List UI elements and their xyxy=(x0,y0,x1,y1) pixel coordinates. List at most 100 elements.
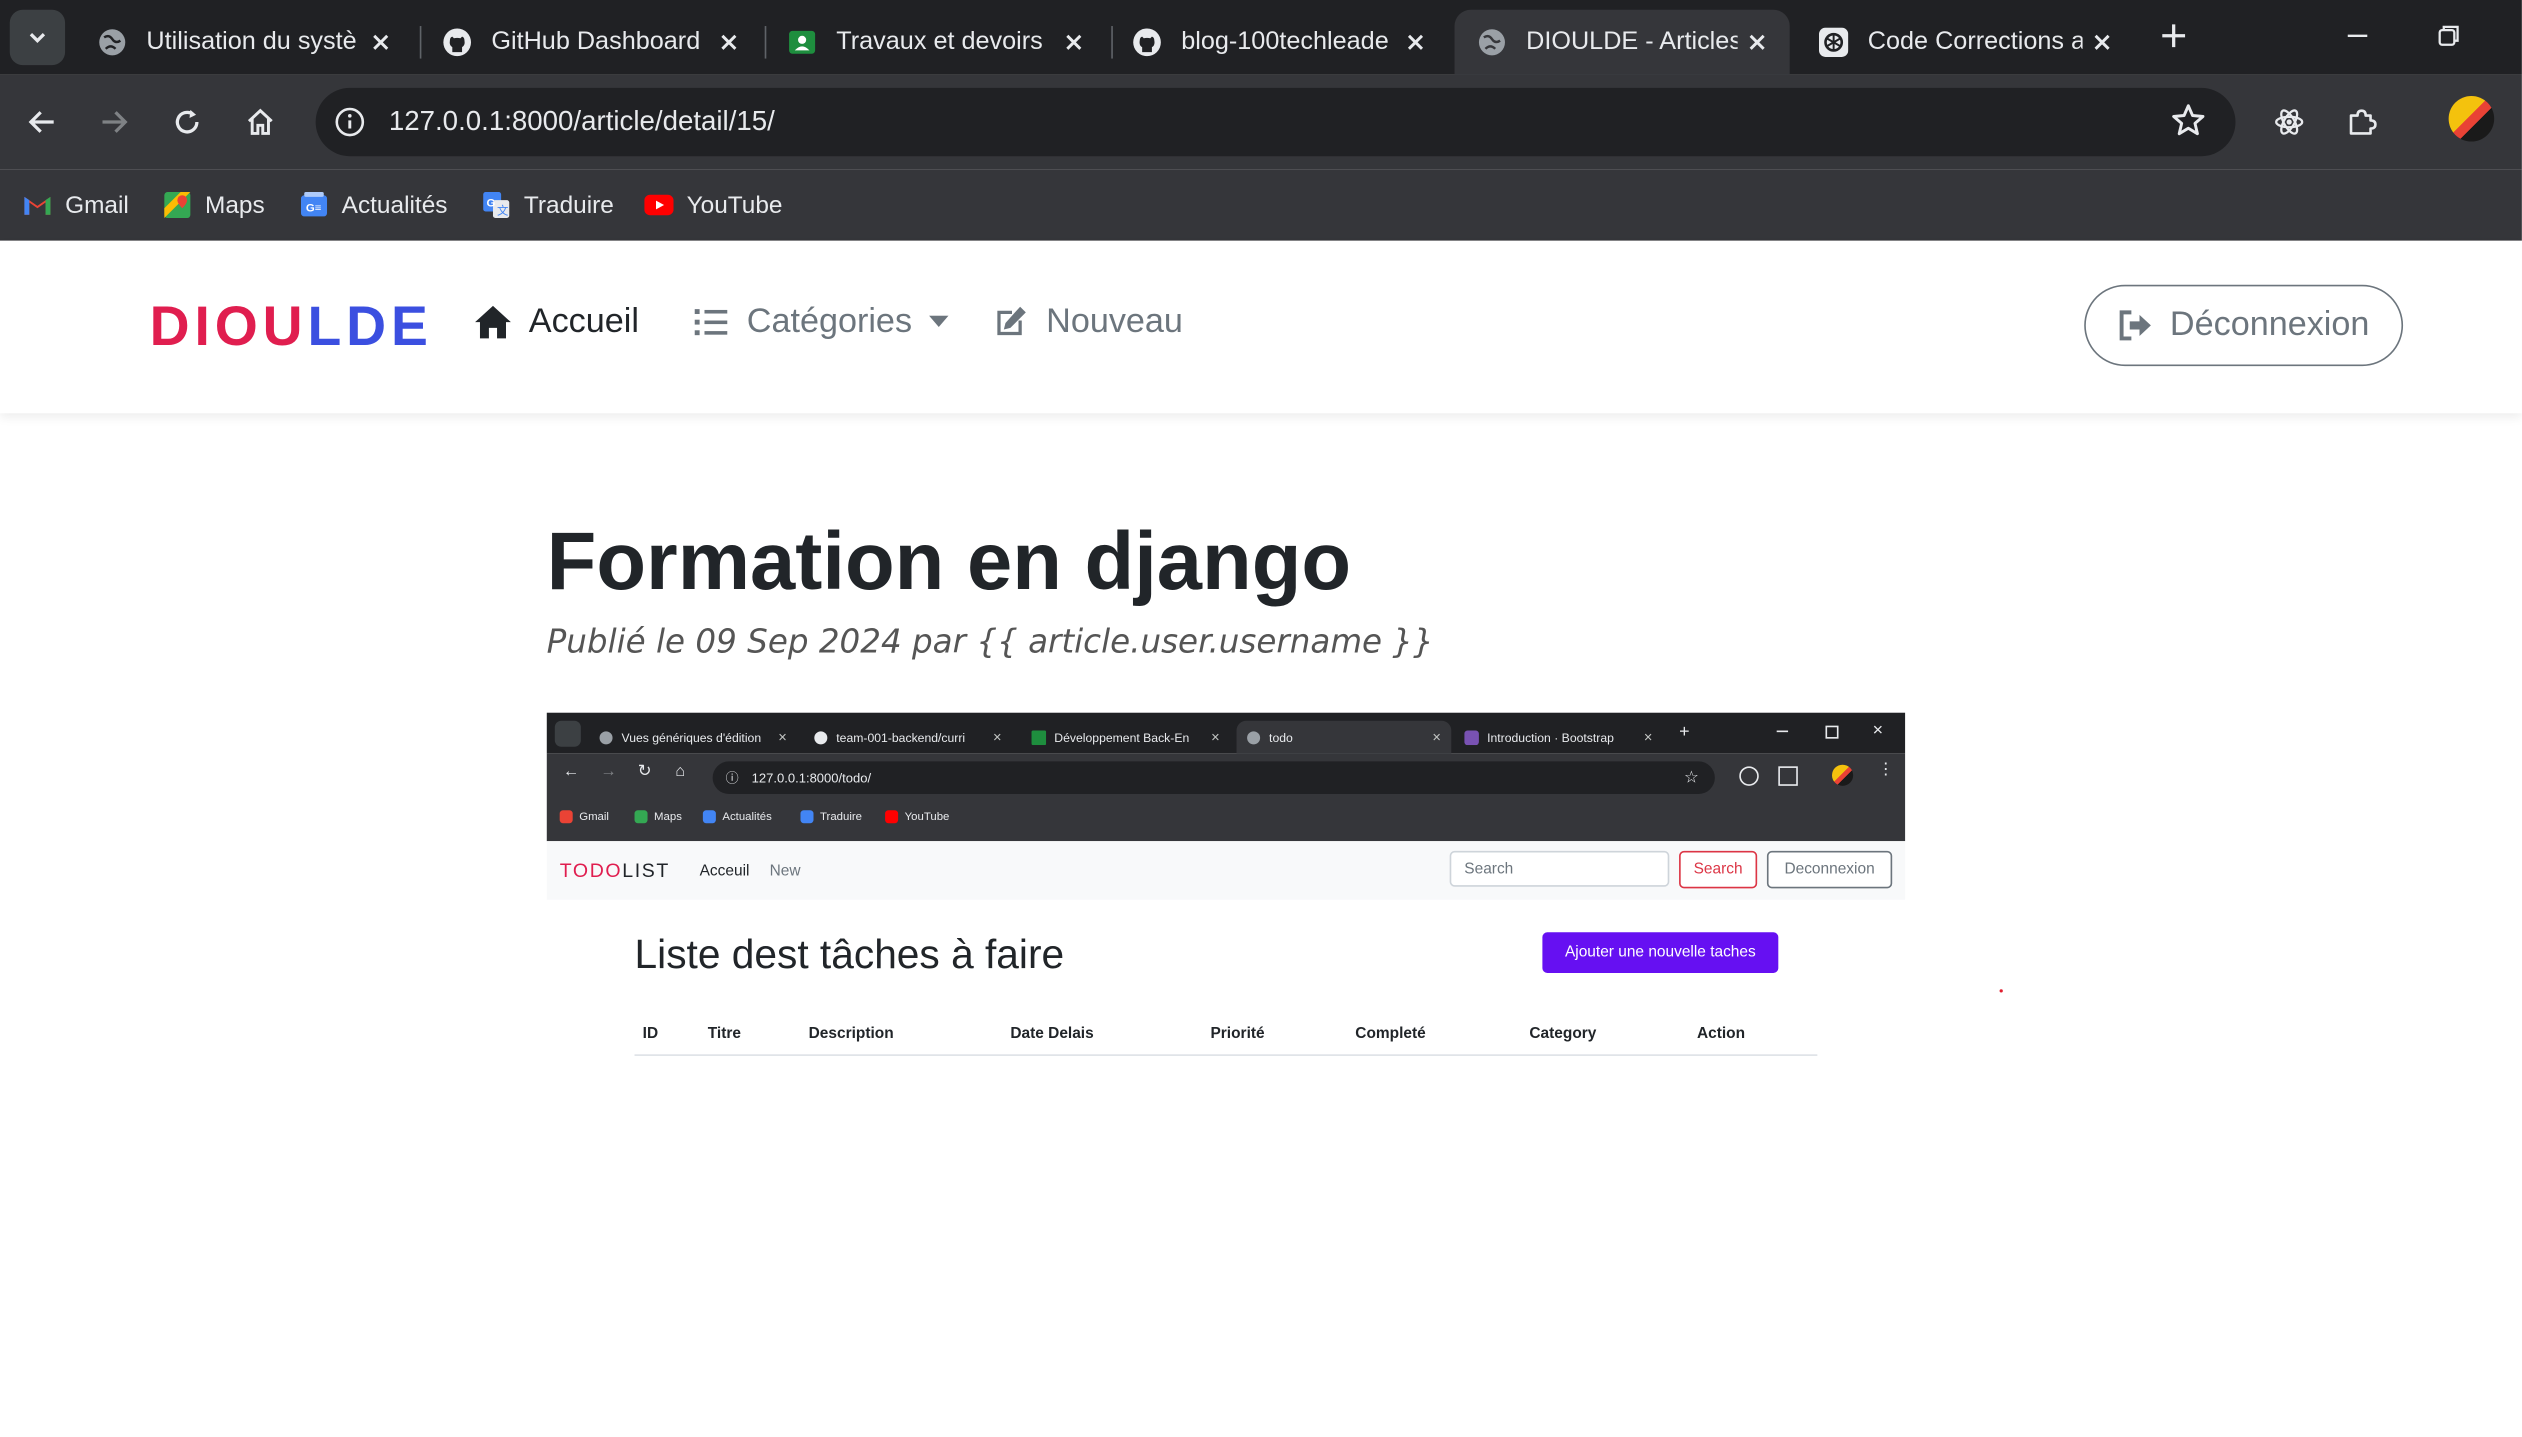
home-icon: ⌂ xyxy=(675,763,686,781)
todo-table-header: Action xyxy=(1696,1025,1746,1043)
todo-table-header: Completé xyxy=(1355,1025,1426,1043)
article-image: Vues génériques d'édition × team-001-back… xyxy=(546,712,1906,1063)
bookmark-maps[interactable]: Maps xyxy=(163,185,265,224)
tab-title: Utilisation du systè xyxy=(146,27,357,56)
back-button[interactable] xyxy=(16,96,68,148)
todo-nav-home: Acceuil xyxy=(699,862,750,881)
chatgpt-icon xyxy=(1818,27,1849,57)
tab-dioulde-articles[interactable]: DIOULDE - Articles xyxy=(1454,9,1790,75)
youtube-icon xyxy=(644,190,674,219)
todo-search-button: Search xyxy=(1679,850,1758,889)
bookmark-label: Actualités xyxy=(341,191,448,219)
close-icon: × xyxy=(993,728,1002,746)
maps-icon xyxy=(163,190,192,219)
image-bookmark-label: YouTube xyxy=(904,811,950,823)
site-info-icon[interactable] xyxy=(332,104,368,140)
close-icon[interactable] xyxy=(1738,23,1777,62)
extensions-puzzle-icon[interactable] xyxy=(2336,96,2388,148)
profile-avatar[interactable] xyxy=(2448,95,2495,142)
todo-table-header: Description xyxy=(808,1025,894,1043)
bookmark-youtube[interactable]: YouTube xyxy=(644,185,783,224)
nav-home-label: Accueil xyxy=(528,302,639,341)
reload-icon xyxy=(175,109,199,134)
arrow-left-icon xyxy=(28,111,54,133)
react-devtools-icon[interactable] xyxy=(2263,96,2315,148)
todo-navbar: TODOLIST Acceuil New Search Search Decon… xyxy=(546,841,1906,900)
bookmark-gmail[interactable]: Gmail xyxy=(23,185,129,224)
tab-search-button[interactable] xyxy=(9,9,66,66)
reload-button[interactable] xyxy=(161,96,213,148)
tab-title: Code Corrections a xyxy=(1867,27,2083,56)
globe-icon xyxy=(599,730,614,745)
arrow-right-icon: → xyxy=(600,763,617,781)
arrow-right-icon xyxy=(102,111,128,133)
close-icon: × xyxy=(1872,720,1884,741)
list-icon xyxy=(691,303,730,342)
image-bookmark: Traduire xyxy=(800,810,862,824)
minimize-button[interactable] xyxy=(2317,7,2398,66)
close-icon[interactable] xyxy=(709,23,748,62)
bookmark-actualites[interactable]: G≡ Actualités xyxy=(299,185,448,224)
todo-table-header: Date Delais xyxy=(1010,1025,1094,1043)
image-tab-title: team-001-backend/curri xyxy=(836,729,966,745)
close-icon: × xyxy=(1643,728,1653,746)
minimize-icon xyxy=(1776,730,1789,733)
nav-categories-dropdown[interactable]: Catégories xyxy=(691,302,948,342)
image-tab-active: todo × xyxy=(1236,720,1452,754)
logout-button[interactable]: Déconnexion xyxy=(2084,284,2404,367)
image-tab: Développement Back-En × xyxy=(1022,721,1230,754)
tab-title: Travaux et devoirs xyxy=(836,27,1043,56)
nav-home-link[interactable]: Accueil xyxy=(473,302,639,342)
restore-button[interactable] xyxy=(2408,7,2489,66)
gmail-icon xyxy=(559,810,573,824)
nav-new-link[interactable]: Nouveau xyxy=(991,303,1183,342)
chevron-down-icon xyxy=(29,33,46,43)
address-bar[interactable]: 127.0.0.1:8000/article/detail/15/ xyxy=(315,87,2236,157)
image-toolbar: ← → ↻ ⌂ ⓘ 127.0.0.1:8000/todo/ ☆ ⋮ Gmail… xyxy=(546,753,1906,842)
nav-categories-label: Catégories xyxy=(746,302,913,341)
forward-button[interactable] xyxy=(88,96,140,148)
todo-search-input: Search xyxy=(1449,850,1670,887)
site-brand-logo[interactable]: DIOULDE xyxy=(150,296,433,359)
image-tab: team-001-backend/curri × xyxy=(804,721,1012,754)
todo-table-header: Category xyxy=(1529,1025,1597,1043)
logout-label: Déconnexion xyxy=(2169,305,2370,344)
bookmark-star-icon[interactable] xyxy=(2170,103,2206,147)
tab-github-dashboard[interactable]: GitHub Dashboard xyxy=(420,10,762,75)
logout-icon xyxy=(2118,308,2154,344)
todo-nav-new: New xyxy=(769,862,801,881)
tab-travaux[interactable]: Travaux et devoirs xyxy=(765,10,1107,75)
todo-brand: TODOLIST xyxy=(560,859,670,882)
todo-table-header: Priorité xyxy=(1210,1025,1265,1043)
close-icon[interactable] xyxy=(1396,23,1435,62)
todo-brand-part-dark: LIST xyxy=(622,859,670,882)
tab-utilisation[interactable]: Utilisation du systè xyxy=(75,10,413,75)
tab-code-corrections[interactable]: Code Corrections a xyxy=(1796,10,2134,75)
globe-icon xyxy=(98,28,127,57)
image-tab-search xyxy=(554,720,581,747)
tab-blog[interactable]: blog-100techleade xyxy=(1110,10,1448,75)
nav-new-label: Nouveau xyxy=(1046,302,1183,341)
close-icon[interactable] xyxy=(2083,23,2122,62)
image-bookmark: Gmail xyxy=(559,810,609,824)
new-tab-button[interactable] xyxy=(2151,13,2197,59)
tab-title: DIOULDE - Articles xyxy=(1526,27,1738,56)
bookmark-label: Gmail xyxy=(65,191,129,219)
close-icon[interactable] xyxy=(361,23,400,62)
gmail-icon xyxy=(23,190,52,219)
youtube-icon xyxy=(885,810,899,824)
todo-brand-part-red: TODO xyxy=(559,859,623,882)
restore-icon xyxy=(2438,25,2459,46)
image-tab: Vues génériques d'édition × xyxy=(589,721,797,754)
bookmark-traduire[interactable]: G文 Traduire xyxy=(482,185,614,224)
home-button[interactable] xyxy=(234,96,286,148)
close-icon[interactable] xyxy=(1054,23,1093,62)
svg-text:文: 文 xyxy=(497,204,508,218)
todo-logout-button: Deconnexion xyxy=(1766,850,1893,889)
todo-table-divider xyxy=(634,1054,1818,1056)
browser-toolbar: 127.0.0.1:8000/article/detail/15/ xyxy=(0,74,2522,170)
stray-pixel xyxy=(1999,989,2003,993)
todo-table-header: ID xyxy=(642,1025,659,1043)
restore-icon xyxy=(1825,725,1839,739)
image-tab-strip: Vues génériques d'édition × team-001-back… xyxy=(546,712,1906,754)
